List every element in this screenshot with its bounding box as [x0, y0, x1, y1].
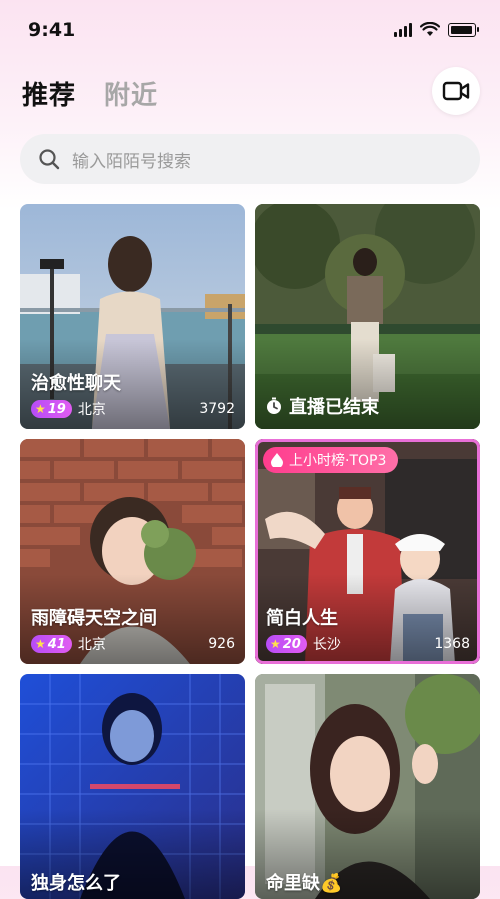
level-badge: ★ 41 — [31, 635, 72, 653]
search-bar[interactable]: 输入陌陌号搜索 — [20, 134, 480, 184]
search-icon — [39, 149, 60, 170]
card-city: 北京 — [77, 637, 106, 653]
live-ended-status: 直播已结束 — [265, 393, 379, 419]
status-icons — [394, 22, 479, 37]
tab-recommend[interactable]: 推荐 — [22, 75, 76, 112]
card-meta: ★ 19 北京 3792 — [31, 399, 235, 419]
viewer-count: 3792 — [199, 401, 235, 417]
level-value: 41 — [47, 636, 66, 652]
battery-icon — [448, 22, 479, 37]
live-camera-button[interactable] — [432, 67, 480, 115]
status-bar: 9:41 — [0, 0, 500, 60]
search-placeholder: 输入陌陌号搜索 — [72, 151, 191, 172]
tab-nearby[interactable]: 附近 — [104, 75, 158, 112]
viewer-count: 926 — [208, 636, 235, 652]
level-value: 20 — [282, 636, 301, 652]
status-time: 9:41 — [28, 19, 76, 41]
header-tabs: 推荐 附近 — [22, 75, 158, 112]
clock-icon — [267, 397, 281, 414]
card-meta: ★ 41 北京 926 — [31, 634, 235, 654]
level-value: 19 — [47, 401, 66, 417]
rank-text: 上小时榜·TOP3 — [289, 453, 387, 469]
money-bag-icon: 💰 — [320, 873, 343, 894]
card-title: 独身怎么了 — [31, 873, 121, 894]
level-badge: ★ 19 — [31, 400, 72, 418]
live-card[interactable]: 直播已结束 — [255, 204, 480, 429]
flame-icon — [271, 453, 283, 467]
star-icon: ★ — [270, 637, 281, 651]
card-title-text: 命里缺 — [266, 873, 320, 894]
star-icon: ★ — [35, 402, 46, 416]
viewer-count: 1368 — [434, 636, 470, 652]
card-meta: ★ 20 长沙 1368 — [266, 634, 470, 654]
star-icon: ★ — [35, 637, 46, 651]
live-card[interactable]: 命里缺💰 — [255, 674, 480, 899]
card-city: 北京 — [77, 402, 106, 418]
rank-badge: 上小时榜·TOP3 — [263, 447, 399, 473]
card-title: 简白人生 — [266, 608, 338, 629]
live-card[interactable]: 独身怎么了 — [20, 674, 245, 899]
wifi-icon — [420, 22, 440, 36]
card-title: 雨障碍天空之间 — [31, 608, 157, 629]
level-badge: ★ 20 — [266, 635, 307, 653]
live-card[interactable]: 治愈性聊天 ★ 19 北京 3792 — [20, 204, 245, 429]
card-title: 治愈性聊天 — [31, 373, 121, 394]
live-ended-text: 直播已结束 — [289, 397, 379, 418]
card-title: 命里缺💰 — [266, 869, 342, 895]
live-card-featured[interactable]: 上小时榜·TOP3 简白人生 ★ 20 长沙 1368 — [255, 439, 480, 664]
video-camera-icon — [442, 81, 470, 101]
live-card[interactable]: 雨障碍天空之间 ★ 41 北京 926 — [20, 439, 245, 664]
card-city: 长沙 — [312, 637, 341, 653]
cellular-signal-icon — [394, 22, 412, 37]
